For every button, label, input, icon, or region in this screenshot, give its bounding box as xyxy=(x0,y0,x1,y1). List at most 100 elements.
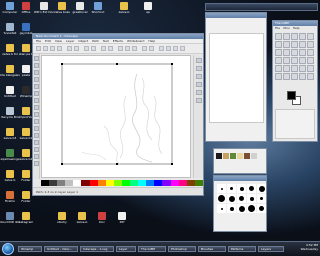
open-icon[interactable] xyxy=(43,46,48,51)
gimp-menu-xtns[interactable]: Xtns xyxy=(283,26,290,31)
palette-swatch[interactable] xyxy=(130,180,139,186)
paste-icon[interactable] xyxy=(108,46,113,51)
brush-item[interactable] xyxy=(237,194,246,203)
move-tool-icon[interactable] xyxy=(275,49,282,56)
desktop-icon[interactable]: stacky xyxy=(54,212,70,230)
export-icon[interactable] xyxy=(74,46,79,51)
brush-item[interactable] xyxy=(257,204,266,213)
zoom-tool-icon[interactable] xyxy=(299,41,306,48)
desktop-icon[interactable]: Pdf xyxy=(114,212,130,230)
pattern-swatch[interactable] xyxy=(237,153,243,159)
brush-item[interactable] xyxy=(227,184,236,193)
start-button[interactable] xyxy=(2,243,14,255)
resize-handle-tl[interactable] xyxy=(61,63,63,65)
brush-item[interactable] xyxy=(217,204,226,213)
gimp-menu-help[interactable]: Help xyxy=(293,26,300,31)
pattern-swatch[interactable] xyxy=(223,153,229,159)
pattern-swatch[interactable] xyxy=(216,153,222,159)
brush-item[interactable] xyxy=(247,194,256,203)
palette-swatch[interactable] xyxy=(146,180,155,186)
brush-item[interactable] xyxy=(257,194,266,203)
desktop-icon[interactable]: batagram xyxy=(18,212,34,230)
brush-item[interactable] xyxy=(227,194,236,203)
brush-item[interactable] xyxy=(237,184,246,193)
pencil-tool-icon[interactable] xyxy=(34,105,39,110)
ink-tool-icon[interactable] xyxy=(307,65,314,72)
free-select-tool-icon[interactable] xyxy=(291,33,298,40)
gradient-tool-icon[interactable] xyxy=(34,133,39,138)
selector-tool-icon[interactable] xyxy=(34,56,39,61)
ellipse-tool-icon[interactable] xyxy=(34,84,39,89)
zoom-in-icon[interactable] xyxy=(118,46,123,51)
desktop-icon[interactable]: zelve-b xyxy=(74,212,90,230)
tool-options-panel[interactable] xyxy=(275,109,315,139)
palette-swatch[interactable] xyxy=(49,180,58,186)
menu-edit[interactable]: Edit xyxy=(45,39,51,43)
taskbar-button[interactable]: Brushes xyxy=(198,246,226,252)
rect-select-tool-icon[interactable] xyxy=(275,33,282,40)
desktop-icon[interactable]: Office xyxy=(18,2,34,20)
snap-center-icon[interactable] xyxy=(196,98,202,103)
zoom-out-icon[interactable] xyxy=(125,46,130,51)
taskbar-button[interactable]: The GIMP xyxy=(138,246,166,252)
import-icon[interactable] xyxy=(67,46,72,51)
color-palette[interactable] xyxy=(41,180,203,186)
brush-item[interactable] xyxy=(237,204,246,213)
palette-swatch[interactable] xyxy=(162,180,171,186)
palette-swatch[interactable] xyxy=(170,180,179,186)
taskbar-button[interactable]: Patterns xyxy=(228,246,256,252)
heal-tool-icon[interactable] xyxy=(283,73,290,80)
menu-file[interactable]: File xyxy=(36,39,41,43)
flip-tool-icon[interactable] xyxy=(283,57,290,64)
taskbar-button[interactable]: Layers xyxy=(258,246,284,252)
tweak-tool-icon[interactable] xyxy=(34,161,39,166)
snap-grid-icon[interactable] xyxy=(196,82,202,87)
snap-icon[interactable] xyxy=(196,58,202,63)
spiral-tool-icon[interactable] xyxy=(34,98,39,103)
xml-editor-icon[interactable] xyxy=(173,46,178,51)
brush-item[interactable] xyxy=(257,184,266,193)
menu-object[interactable]: Object xyxy=(78,39,88,43)
color-picker-tool-icon[interactable] xyxy=(291,41,298,48)
gimp-toolbox[interactable]: The GIMP File Xtns Help xyxy=(272,20,318,142)
undo-icon[interactable] xyxy=(84,46,89,51)
palette-swatch[interactable] xyxy=(105,180,114,186)
group-icon[interactable] xyxy=(142,46,147,51)
palette-swatch[interactable] xyxy=(178,180,187,186)
palette-swatch[interactable] xyxy=(65,180,74,186)
print-icon[interactable] xyxy=(57,46,62,51)
inkscape-canvas[interactable] xyxy=(41,55,191,178)
blend-tool-icon[interactable] xyxy=(307,57,314,64)
eraser-tool-icon[interactable] xyxy=(291,65,298,72)
menu-path[interactable]: Path xyxy=(92,39,99,43)
resize-handle-t[interactable] xyxy=(116,63,118,65)
palette-swatch[interactable] xyxy=(97,180,106,186)
align-icon[interactable] xyxy=(180,46,185,51)
airbrush-tool-icon[interactable] xyxy=(299,65,306,72)
scissors-tool-icon[interactable] xyxy=(275,41,282,48)
ungroup-icon[interactable] xyxy=(149,46,154,51)
brush-item[interactable] xyxy=(227,204,236,213)
pattern-swatch[interactable] xyxy=(251,153,257,159)
resize-handle-tr[interactable] xyxy=(171,63,173,65)
gimp-patterns-dialog[interactable] xyxy=(213,148,267,174)
resize-handle-b[interactable] xyxy=(116,163,118,165)
brush-item[interactable] xyxy=(217,184,226,193)
snap-nodes-icon[interactable] xyxy=(196,66,202,71)
text-tool-icon[interactable] xyxy=(34,126,39,131)
gimp-brushes-dialog[interactable] xyxy=(213,175,267,232)
taskbar-button[interactable]: Inkscape - 1.svg xyxy=(80,246,114,252)
node-tool-icon[interactable] xyxy=(34,63,39,68)
dropper-tool-icon[interactable] xyxy=(34,147,39,152)
crop-tool-icon[interactable] xyxy=(283,49,290,56)
zoom-fit-icon[interactable] xyxy=(132,46,137,51)
menu-whiteboard[interactable]: Whiteboard xyxy=(127,39,144,43)
desktop-icon[interactable]: greatlocel xyxy=(72,2,88,20)
fill-stroke-icon[interactable] xyxy=(159,46,164,51)
menu-help[interactable]: Help xyxy=(148,39,155,43)
rotate-tool-icon[interactable] xyxy=(291,49,298,56)
taskbar-button[interactable]: Layer xyxy=(116,246,136,252)
bucket-fill-tool-icon[interactable] xyxy=(299,57,306,64)
desktop-icon[interactable]: Doc xyxy=(94,212,110,230)
smudge-tool-icon[interactable] xyxy=(291,73,298,80)
